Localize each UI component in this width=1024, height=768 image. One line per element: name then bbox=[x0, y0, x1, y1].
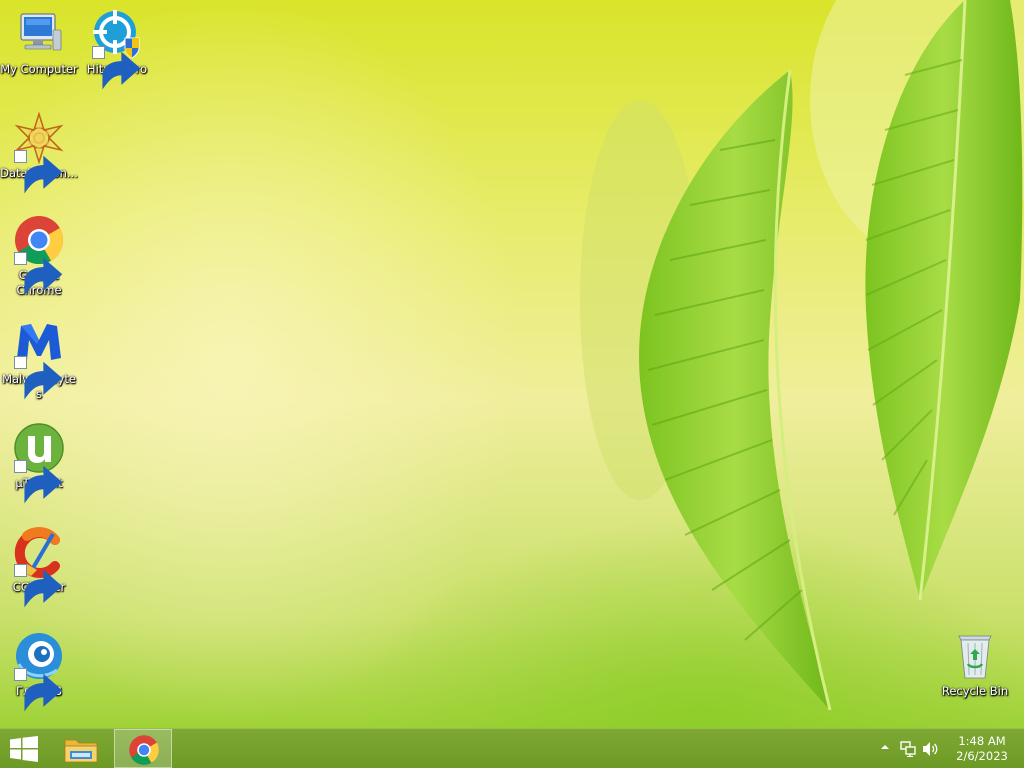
chrome-icon bbox=[13, 214, 65, 296]
desktop-icon-recycle-bin[interactable]: Recycle Bin bbox=[936, 630, 1014, 699]
start-button[interactable] bbox=[0, 729, 48, 768]
chrome-icon bbox=[129, 735, 159, 765]
shortcut-arrow-icon bbox=[92, 46, 141, 90]
desktop-icon-datawagon[interactable]: DataWagon... bbox=[0, 112, 78, 194]
ccleaner-icon bbox=[13, 526, 65, 608]
volume-icon[interactable] bbox=[922, 741, 940, 757]
datawagon-icon bbox=[13, 112, 65, 194]
show-hidden-icons-chevron-icon[interactable] bbox=[880, 742, 890, 752]
shortcut-arrow-icon bbox=[14, 150, 63, 194]
desktop-icon-malwarebytes[interactable]: Malwarebytes bbox=[0, 318, 78, 402]
file-explorer-icon bbox=[64, 739, 98, 763]
glaz-tv-icon bbox=[13, 630, 65, 712]
desktop-icon-glaz-tv[interactable]: Глаз.ТВ bbox=[0, 630, 78, 712]
desktop-icon-utorrent[interactable]: μTorrent bbox=[0, 422, 78, 504]
shortcut-arrow-icon bbox=[14, 564, 63, 608]
taskbar-file-explorer-button[interactable] bbox=[54, 729, 110, 768]
desktop[interactable]: My Computer HitmanPro bbox=[0, 0, 1024, 728]
desktop-icon-label: My Computer bbox=[0, 62, 78, 76]
windows-logo-icon bbox=[10, 736, 38, 762]
malwarebytes-icon bbox=[13, 318, 65, 400]
shortcut-arrow-icon bbox=[14, 668, 63, 712]
shortcut-arrow-icon bbox=[14, 460, 63, 504]
hitmanpro-icon bbox=[91, 8, 143, 90]
desktop-icon-google-chrome[interactable]: Google Chrome bbox=[0, 214, 78, 298]
shortcut-arrow-icon bbox=[14, 356, 63, 400]
computer-icon bbox=[13, 8, 65, 60]
taskbar-clock[interactable]: 1:48 AM 2/6/2023 bbox=[948, 734, 1016, 764]
shortcut-arrow-icon bbox=[14, 252, 63, 296]
taskbar-chrome-button[interactable] bbox=[114, 729, 172, 768]
desktop-icon-my-computer[interactable]: My Computer bbox=[0, 8, 78, 77]
desktop-icon-label: Recycle Bin bbox=[941, 684, 1009, 698]
taskbar: 1:48 AM 2/6/2023 bbox=[0, 728, 1024, 768]
clock-date: 2/6/2023 bbox=[956, 749, 1008, 763]
network-icon[interactable] bbox=[900, 741, 916, 757]
wallpaper-leaves bbox=[580, 0, 1024, 711]
desktop-icon-ccleaner[interactable]: CCleaner bbox=[0, 526, 78, 608]
clock-time: 1:48 AM bbox=[958, 734, 1006, 748]
desktop-icon-hitmanpro[interactable]: HitmanPro bbox=[78, 8, 156, 90]
utorrent-icon bbox=[13, 422, 65, 504]
recycle-bin-icon bbox=[949, 630, 1001, 682]
system-tray: 1:48 AM 2/6/2023 bbox=[864, 729, 1024, 768]
